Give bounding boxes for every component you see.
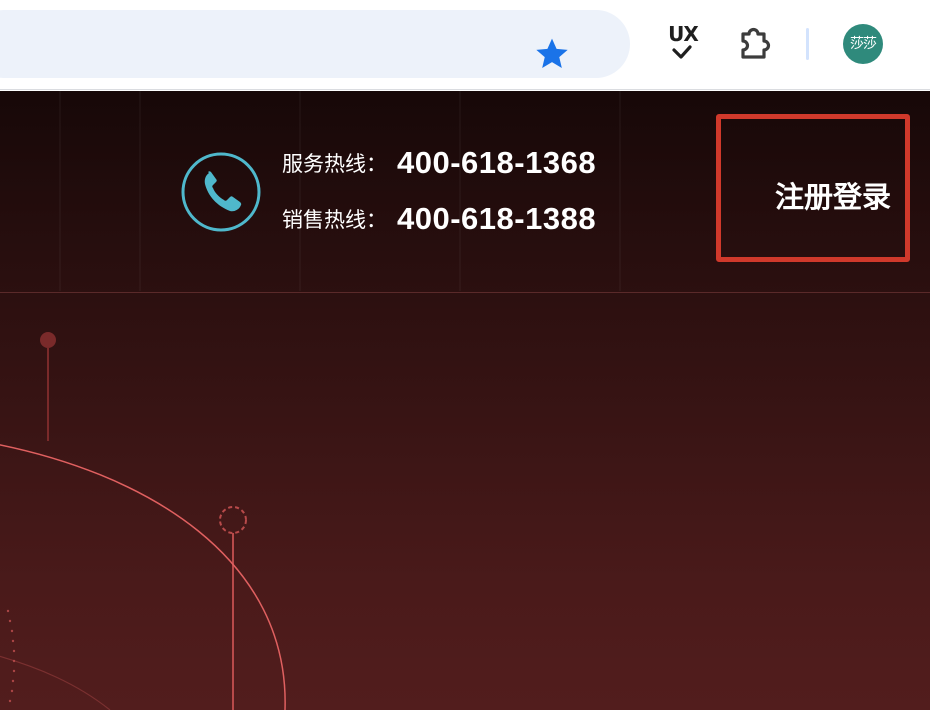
service-hotline-number: 400-618-1368 [397,145,597,180]
puzzle-icon[interactable] [734,24,776,64]
service-hotline-label: 服务热线： [282,152,387,176]
service-hotline: 服务热线： 400-618-1368 [282,145,596,185]
sales-hotline-number: 400-618-1388 [397,201,597,236]
sales-hotline: 销售热线： 400-618-1388 [282,201,596,241]
ux-extension-button[interactable]: UX [658,20,708,68]
phone-icon [181,152,261,232]
ux-check-icon [672,45,692,59]
header-divider [0,292,930,293]
address-bar[interactable] [0,10,630,78]
sales-hotline-label: 销售热线： [282,208,387,232]
login-highlight-box: 注册登录 [716,114,910,262]
browser-window: UX 莎莎 服务热线： 400-618-1368 销售热线： 400-618-1… [0,0,930,710]
ux-label: UX [668,22,699,46]
toolbar-divider [806,28,809,60]
register-login-link[interactable]: 注册登录 [775,174,891,216]
web-page: 服务热线： 400-618-1368 销售热线： 400-618-1388 注册登录 [0,91,930,710]
browser-toolbar: UX 莎莎 [0,0,930,90]
profile-avatar[interactable]: 莎莎 [843,24,883,64]
star-icon[interactable] [532,34,572,74]
